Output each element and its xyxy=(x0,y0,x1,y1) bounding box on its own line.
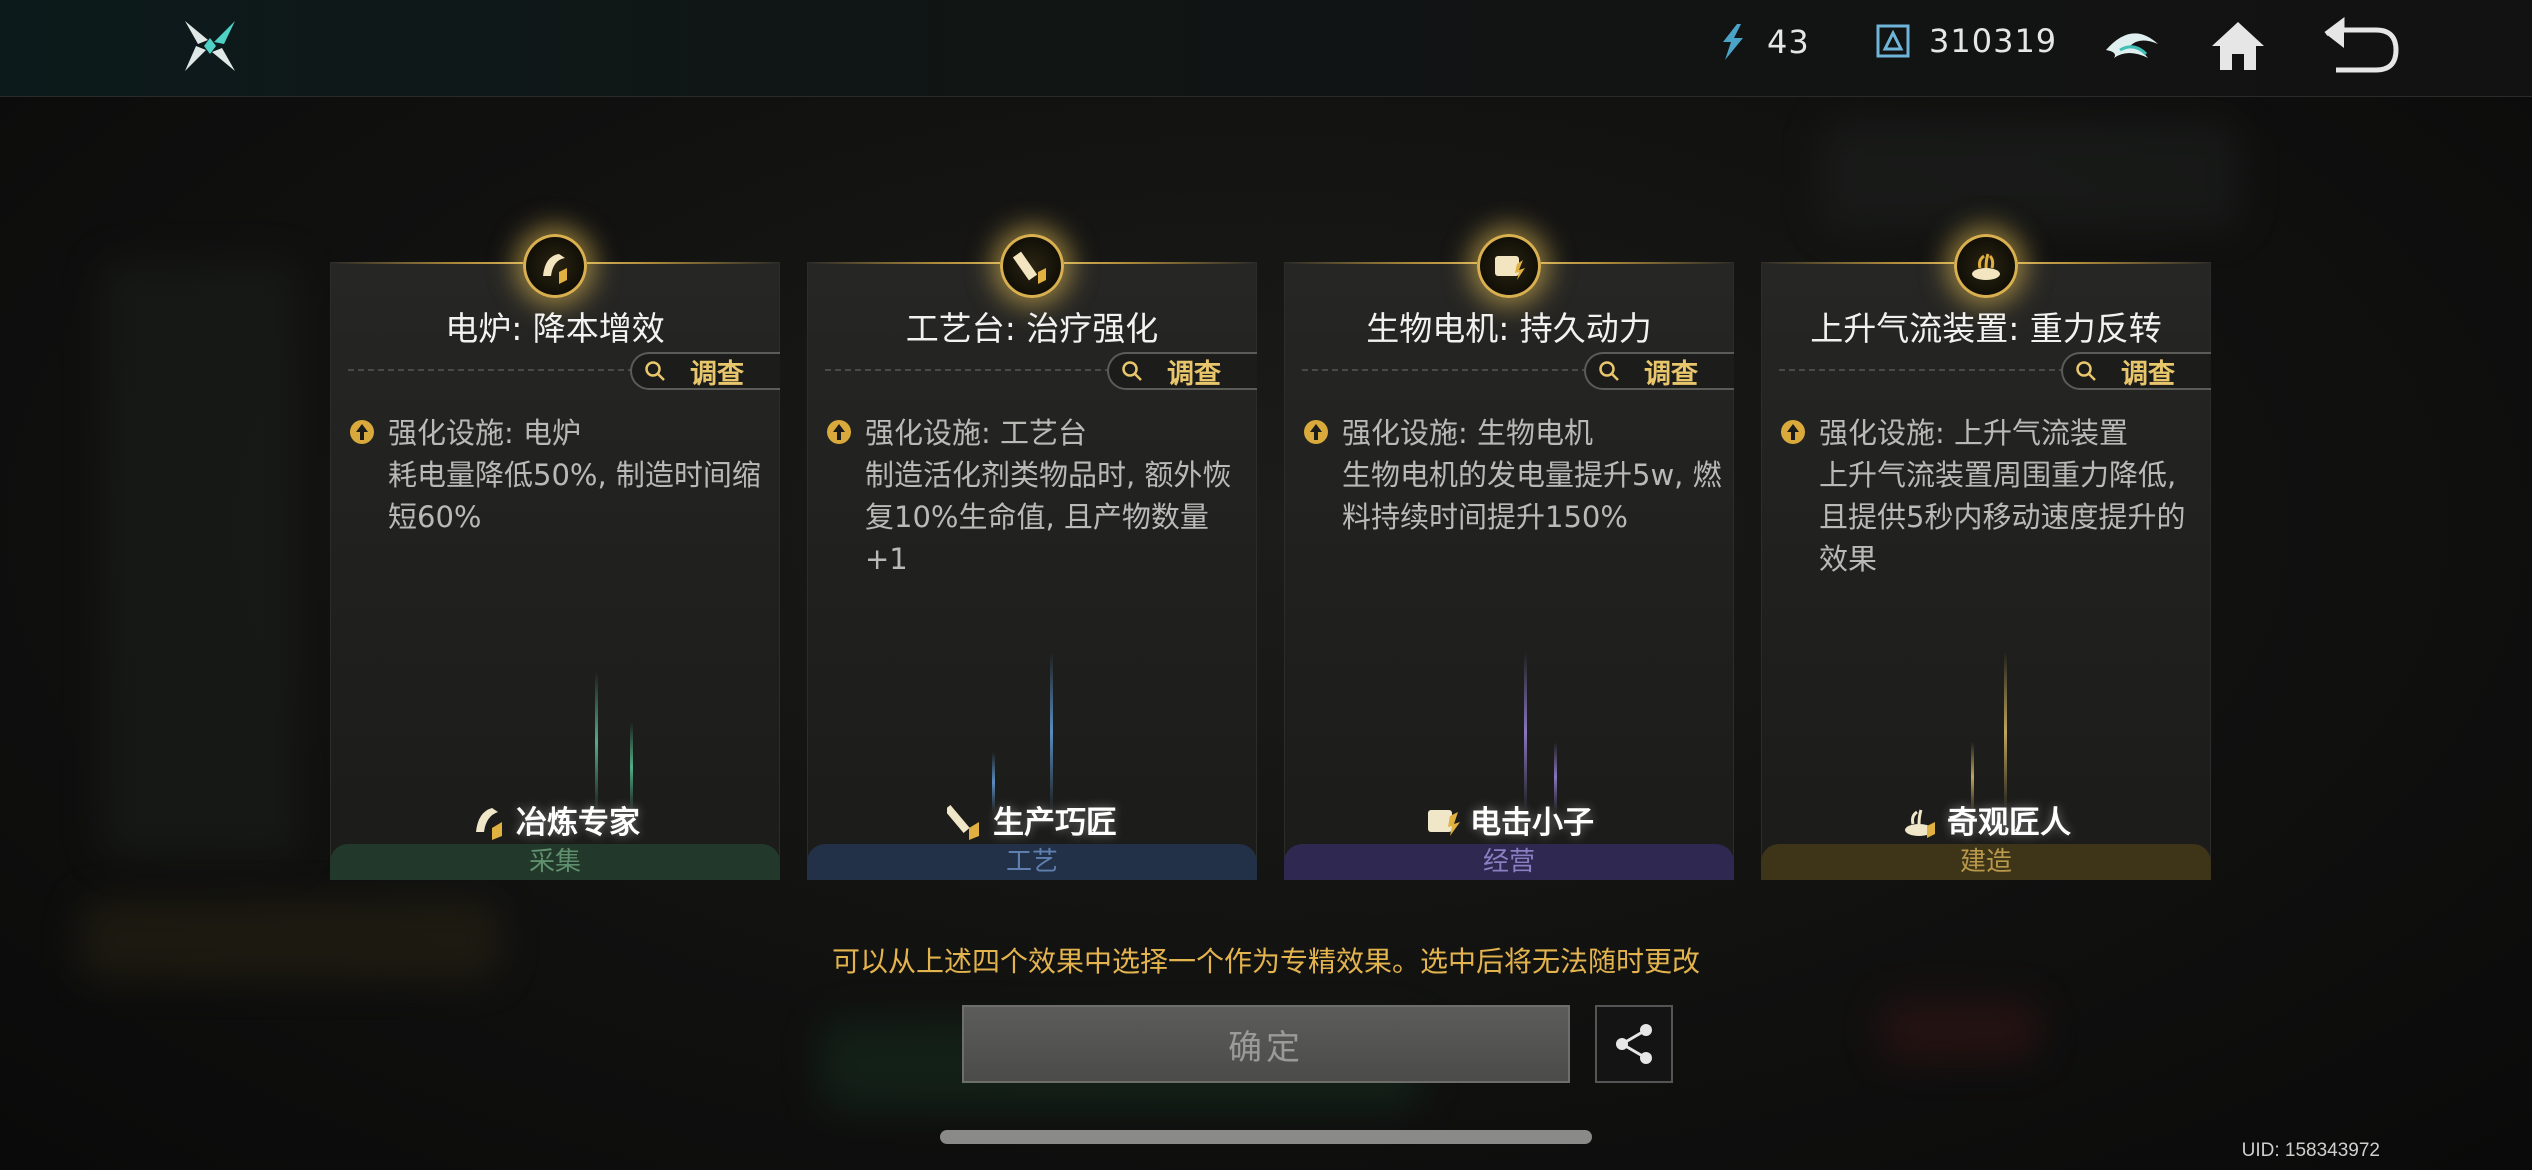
light-beam xyxy=(1524,652,1527,812)
category-tag: 建造 xyxy=(1761,844,2211,880)
furnace-medal-icon xyxy=(523,234,587,298)
home-icon[interactable] xyxy=(2206,14,2270,78)
role-name: 冶炼专家 xyxy=(516,805,640,841)
upgrade-icon xyxy=(1304,420,1328,444)
divider xyxy=(1302,369,1588,371)
effect-title: 强化设施: 生物电机 xyxy=(1342,416,1593,450)
currency-2-value: 310319 xyxy=(1929,22,2058,60)
effect-description: 强化设施: 电炉 耗电量降低50%, 制造时间缩短60% xyxy=(348,412,768,538)
effect-description: 强化设施: 工艺台 制造活化剂类物品时, 额外恢复10%生命值, 且产物数量+1 xyxy=(825,412,1245,580)
category-tag: 经营 xyxy=(1284,844,1734,880)
inspect-button[interactable]: 调查 xyxy=(1107,352,1257,390)
role-label: 奇观匠人 xyxy=(1761,797,2211,842)
category-tag: 采集 xyxy=(330,844,780,880)
inspect-button[interactable]: 调查 xyxy=(2061,352,2211,390)
inspect-button[interactable]: 调查 xyxy=(630,352,780,390)
inspect-button[interactable]: 调查 xyxy=(1584,352,1734,390)
smelter-role-icon xyxy=(476,807,502,840)
effect-body: 上升气流装置周围重力降低, 且提供5秒内移动速度提升的效果 xyxy=(1819,458,2186,576)
faction-emblem-icon[interactable] xyxy=(2100,14,2164,78)
effect-title: 强化设施: 电炉 xyxy=(388,416,581,450)
search-icon xyxy=(645,361,665,381)
specialization-card-furnace[interactable]: 电炉: 降本增效 调查 强化设施: 电炉 耗电量降低50%, 制造时间缩短60%… xyxy=(330,234,780,880)
card-title: 生物电机: 持久动力 xyxy=(1366,309,1652,348)
card-title: 上升气流装置: 重力反转 xyxy=(1810,309,2162,348)
inspect-label: 调查 xyxy=(1167,358,1221,390)
home-indicator[interactable] xyxy=(940,1130,1592,1144)
role-name: 奇观匠人 xyxy=(1947,805,2071,841)
user-id: UID: 158343972 xyxy=(2241,1140,2380,1161)
light-beam xyxy=(1050,652,1053,812)
coin-icon xyxy=(1876,24,1910,58)
effect-body: 耗电量降低50%, 制造时间缩短60% xyxy=(388,458,761,534)
top-bar: 43 310319 xyxy=(0,0,2532,97)
role-label: 生产巧匠 xyxy=(807,797,1257,842)
upgrade-icon xyxy=(827,420,851,444)
effect-body: 生物电机的发电量提升5w, 燃料持续时间提升150% xyxy=(1342,458,1722,534)
search-icon xyxy=(1599,361,1619,381)
currency-2: 310319 xyxy=(1875,22,2057,60)
confirm-button[interactable]: 确定 xyxy=(962,1005,1570,1083)
specialization-card-bio-motor[interactable]: 生物电机: 持久动力 调查 强化设施: 生物电机 生物电机的发电量提升5w, 燃… xyxy=(1284,234,1734,880)
light-beam xyxy=(595,672,598,812)
share-button[interactable] xyxy=(1595,1005,1673,1083)
currency-1: 43 xyxy=(1715,22,1810,62)
upgrade-icon xyxy=(350,420,374,444)
share-icon xyxy=(1616,1024,1652,1064)
bio-motor-medal-icon xyxy=(1477,234,1541,298)
craftsman-role-icon xyxy=(947,804,979,840)
effect-title: 强化设施: 工艺台 xyxy=(865,416,1087,450)
effect-title: 强化设施: 上升气流装置 xyxy=(1819,416,2128,450)
specialization-card-workbench[interactable]: 工艺台: 治疗强化 调查 强化设施: 工艺台 制造活化剂类物品时, 额外恢复10… xyxy=(807,234,1257,880)
category-tag: 工艺 xyxy=(807,844,1257,880)
divider xyxy=(825,369,1111,371)
currency-1-value: 43 xyxy=(1767,23,1810,61)
inspect-label: 调查 xyxy=(690,358,744,390)
energy-shard-icon xyxy=(1723,24,1743,60)
effect-description: 强化设施: 生物电机 生物电机的发电量提升5w, 燃料持续时间提升150% xyxy=(1302,412,1722,538)
selection-hint: 可以从上述四个效果中选择一个作为专精效果。选中后将无法随时更改 xyxy=(831,945,1700,978)
divider xyxy=(348,369,634,371)
card-title: 工艺台: 治疗强化 xyxy=(905,309,1159,348)
effect-description: 强化设施: 上升气流装置 上升气流装置周围重力降低, 且提供5秒内移动速度提升的… xyxy=(1779,412,2199,580)
inspect-label: 调查 xyxy=(1644,358,1698,390)
light-beam xyxy=(2004,652,2007,812)
updraft-medal-icon xyxy=(1954,234,2018,298)
wonder-builder-role-icon xyxy=(1905,809,1935,838)
role-label: 电击小子 xyxy=(1284,797,1734,842)
card-title: 电炉: 降本增效 xyxy=(445,309,665,348)
search-icon xyxy=(2076,361,2096,381)
electrician-role-icon xyxy=(1428,809,1460,836)
divider xyxy=(1779,369,2065,371)
specialization-card-updraft[interactable]: 上升气流装置: 重力反转 调查 强化设施: 上升气流装置 上升气流装置周围重力降… xyxy=(1761,234,2211,880)
effect-body: 制造活化剂类物品时, 额外恢复10%生命值, 且产物数量+1 xyxy=(865,458,1232,576)
inspect-label: 调查 xyxy=(2121,358,2175,390)
back-icon[interactable] xyxy=(2322,14,2400,78)
role-name: 生产巧匠 xyxy=(993,805,1117,841)
search-icon xyxy=(1122,361,1142,381)
game-logo-icon[interactable] xyxy=(180,16,240,76)
workbench-medal-icon xyxy=(1000,234,1064,298)
role-name: 电击小子 xyxy=(1470,805,1594,841)
upgrade-icon xyxy=(1781,420,1805,444)
role-label: 冶炼专家 xyxy=(330,797,780,842)
